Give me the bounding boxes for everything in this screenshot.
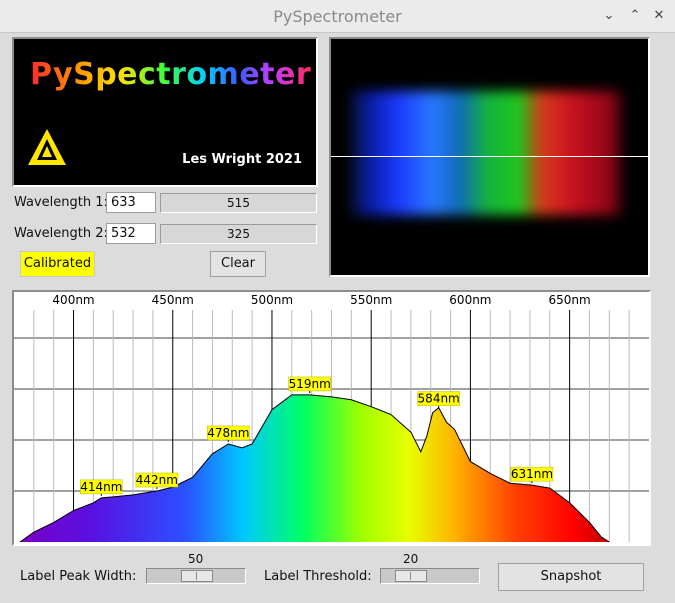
threshold-slider-thumb[interactable] xyxy=(395,570,427,582)
logo-panel: PySpectrometer Les Wright 2021 xyxy=(12,37,318,187)
wavelength1-label: Wavelength 1: xyxy=(14,195,108,210)
spectrum-graph: 400nm 450nm 500nm 550nm 600nm 650nm 414nm 442nm… xyxy=(12,290,651,546)
peak-width-slider-thumb[interactable] xyxy=(181,570,213,582)
crosshair-line xyxy=(331,156,648,157)
clear-button[interactable]: Clear xyxy=(210,251,266,277)
window-title: PySpectrometer xyxy=(273,7,402,26)
threshold-value: 20 xyxy=(403,552,419,566)
peak-width-label: Label Peak Width: xyxy=(20,569,137,584)
wavelength1-input[interactable]: 633 xyxy=(106,192,156,213)
spectrum-chart: 400nm 450nm 500nm 550nm 600nm 650nm 414nm 442nm… xyxy=(14,293,649,543)
tick-label: 450nm xyxy=(152,293,194,307)
tick-label: 500nm xyxy=(251,293,293,307)
peak-label: 631nm xyxy=(511,467,553,481)
close-icon[interactable]: ✕ xyxy=(650,7,668,25)
chevron-down-icon[interactable]: ⌄ xyxy=(600,7,618,25)
tick-label: 650nm xyxy=(549,293,591,307)
peak-label: 414nm xyxy=(80,480,122,494)
peak-width-value: 50 xyxy=(188,552,204,566)
snapshot-button[interactable]: Snapshot xyxy=(498,563,644,591)
calibrated-button[interactable]: Calibrated xyxy=(20,251,95,277)
threshold-label: Label Threshold: xyxy=(264,569,372,584)
warning-triangle-icon xyxy=(28,129,66,165)
tick-label: 600nm xyxy=(449,293,491,307)
tick-label: 400nm xyxy=(52,293,94,307)
wavelength2-input[interactable]: 532 xyxy=(106,223,156,244)
wavelength1-readout: 515 xyxy=(160,193,317,213)
logo-credit: Les Wright 2021 xyxy=(182,152,302,167)
camera-preview xyxy=(329,37,650,277)
title-bar: PySpectrometer ⌄ ⌃ ✕ xyxy=(0,0,675,33)
threshold-slider[interactable] xyxy=(380,568,480,584)
peak-label: 584nm xyxy=(418,392,460,406)
spectrum-band xyxy=(351,91,623,215)
tick-label: 550nm xyxy=(350,293,392,307)
wavelength2-readout: 325 xyxy=(160,224,317,244)
peak-label: 478nm xyxy=(207,426,249,440)
chevron-up-icon[interactable]: ⌃ xyxy=(626,7,644,25)
logo-title: PySpectrometer xyxy=(30,57,312,92)
peak-label: 442nm xyxy=(136,473,178,487)
peak-width-slider[interactable] xyxy=(146,568,246,584)
peak-label: 519nm xyxy=(289,377,331,391)
wavelength2-label: Wavelength 2: xyxy=(14,226,108,241)
